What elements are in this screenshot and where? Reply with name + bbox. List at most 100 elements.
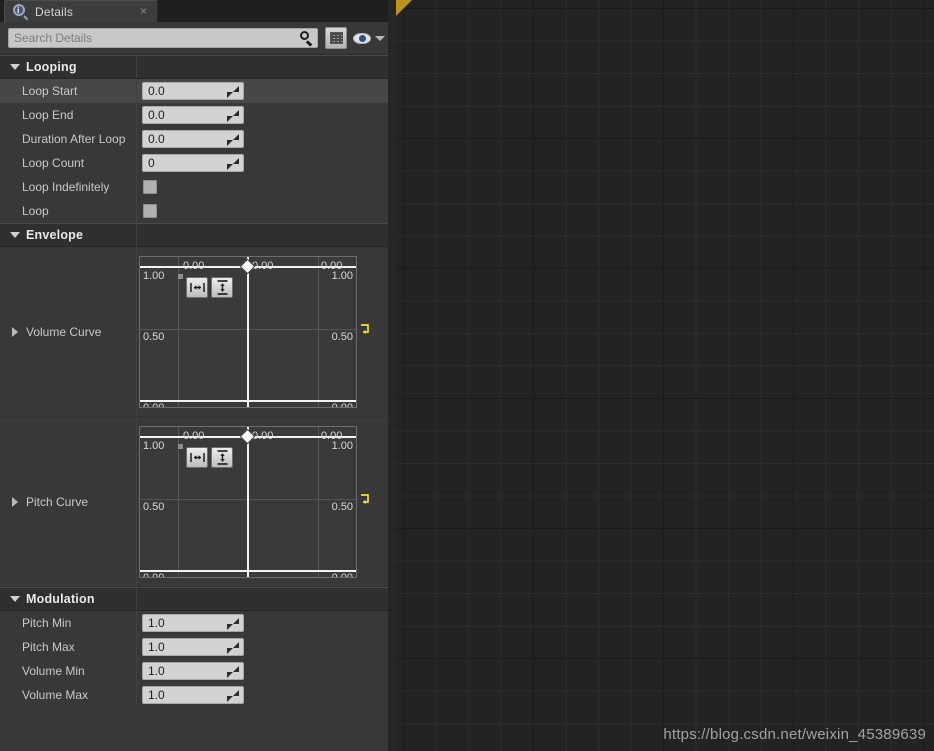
curve-gridline-v [318,256,319,407]
chevron-down-icon [10,64,20,70]
tab-details-label: Details [35,4,74,19]
sound-cue-graph-canvas[interactable]: Enveloper Output https://blog.csdn.net/w… [396,0,934,751]
property-value [136,180,157,194]
column-splitter [136,635,137,659]
loop-count-input[interactable]: 0 [142,154,244,172]
volume-min-input[interactable]: 1.0 [142,662,244,680]
category-header-envelope[interactable]: Envelope [0,223,388,247]
curve-tick-left-1: 1.00 [143,269,165,282]
category-header-looping[interactable]: Looping [0,55,388,79]
curve-tick-left-3: 0.00 [143,571,165,578]
tab-details[interactable]: i Details × [4,0,158,22]
close-icon[interactable]: × [140,5,147,18]
column-splitter [136,588,137,610]
loop-checkbox[interactable] [143,204,157,218]
curve-fit-buttons [186,446,233,468]
curve-tick-top-1: 0.00 [183,259,205,272]
eye-icon [353,32,371,44]
reset-to-default-icon[interactable] [358,323,371,336]
column-splitter [136,79,137,103]
curve-axis-v [247,426,249,577]
property-row-volume-curve[interactable]: Volume Curve 0.00 0.00 0.00 1.00 0.50 0.… [0,247,388,417]
property-label: Duration After Loop [22,132,126,146]
chevron-right-icon[interactable] [12,496,18,507]
curve-tick-right-1: 1.00 [331,269,353,282]
pitch-max-input[interactable]: 1.0 [142,638,244,656]
property-row-pitch-curve[interactable]: Pitch Curve 0.00 0.00 0.00 1.00 0.50 0.0… [0,417,388,587]
pitch-curve-editor[interactable]: 0.00 0.00 0.00 1.00 0.50 0.00 1.00 0.50 … [139,425,357,578]
property-value: 0.0 [136,130,244,148]
pitch-max-value: 1.0 [148,640,165,654]
curve-tick-left-2: 0.50 [143,500,165,513]
column-splitter [136,224,137,246]
spinner-icon[interactable] [227,158,239,170]
spinner-icon[interactable] [227,618,239,630]
grid-view-icon[interactable] [325,27,347,49]
fit-horizontal-icon[interactable] [186,276,208,298]
property-row-loop-end[interactable]: Loop End 0.0 [0,103,388,127]
spinner-icon[interactable] [227,86,239,98]
property-row-duration-after-loop[interactable]: Duration After Loop 0.0 [0,127,388,151]
curve-gridline-v [178,426,179,577]
property-value: 1.0 [136,614,244,632]
volume-curve-editor[interactable]: 0.00 0.00 0.00 1.00 0.50 0.00 1.00 0.50 … [139,255,357,408]
category-header-modulation[interactable]: Modulation [0,587,388,611]
details-magnifier-icon: i [13,4,28,19]
loop-count-value: 0 [148,156,155,170]
visibility-options-button[interactable] [353,27,385,49]
volume-max-input[interactable]: 1.0 [142,686,244,704]
loop-indefinitely-checkbox[interactable] [143,180,157,194]
curve-tick-right-2: 0.50 [331,500,353,513]
grid-view-glyph [329,32,343,44]
property-row-loop-start[interactable]: Loop Start 0.0 [0,79,388,103]
spinner-icon[interactable] [227,666,239,678]
curve-label-cell[interactable]: Volume Curve [0,325,136,339]
property-row-loop-indefinitely[interactable]: Loop Indefinitely [0,175,388,199]
property-row-pitch-max[interactable]: Pitch Max 1.0 [0,635,388,659]
volume-max-value: 1.0 [148,688,165,702]
fit-horizontal-icon[interactable] [186,446,208,468]
property-value: 1.0 [136,662,244,680]
property-row-loop-count[interactable]: Loop Count 0 [0,151,388,175]
reset-to-default-icon[interactable] [358,493,371,506]
property-value [136,204,157,218]
fit-vertical-icon[interactable] [211,446,233,468]
column-splitter [136,56,137,78]
curve-label-cell[interactable]: Pitch Curve [0,495,136,509]
spinner-icon[interactable] [227,134,239,146]
chevron-down-icon [375,35,385,41]
curve-tick-right-3: 0.00 [331,571,353,578]
spinner-icon[interactable] [227,642,239,654]
property-value: 0.0 [136,106,244,124]
property-row-pitch-min[interactable]: Pitch Min 1.0 [0,611,388,635]
property-label: Volume Min [22,664,85,678]
column-splitter [136,417,137,586]
property-label: Volume Curve [26,324,102,339]
search-field-wrap[interactable] [8,28,318,48]
property-row-volume-min[interactable]: Volume Min 1.0 [0,659,388,683]
curve-tick-left-2: 0.50 [143,330,165,343]
spinner-icon[interactable] [227,690,239,702]
curve-tick-top-1: 0.00 [183,429,205,442]
loop-end-input[interactable]: 0.0 [142,106,244,124]
panel-splitter[interactable] [388,0,396,751]
property-row-loop[interactable]: Loop [0,199,388,223]
loop-start-input[interactable]: 0.0 [142,82,244,100]
chevron-right-icon[interactable] [12,326,18,337]
column-splitter [136,247,137,416]
curve-tangent-handle[interactable] [178,273,183,279]
spinner-icon[interactable] [227,110,239,122]
curve-tangent-handle[interactable] [178,443,183,449]
property-row-volume-max[interactable]: Volume Max 1.0 [0,683,388,707]
curve-tick-right-1: 1.00 [331,439,353,452]
volume-min-value: 1.0 [148,664,165,678]
duration-after-loop-input[interactable]: 0.0 [142,130,244,148]
property-label: Loop End [22,108,74,122]
fit-vertical-icon[interactable] [211,276,233,298]
search-input[interactable] [14,31,292,45]
category-label: Looping [26,60,77,74]
chevron-down-icon [10,232,20,238]
property-label: Loop Indefinitely [22,180,110,194]
property-label: Loop Start [22,84,78,98]
pitch-min-input[interactable]: 1.0 [142,614,244,632]
